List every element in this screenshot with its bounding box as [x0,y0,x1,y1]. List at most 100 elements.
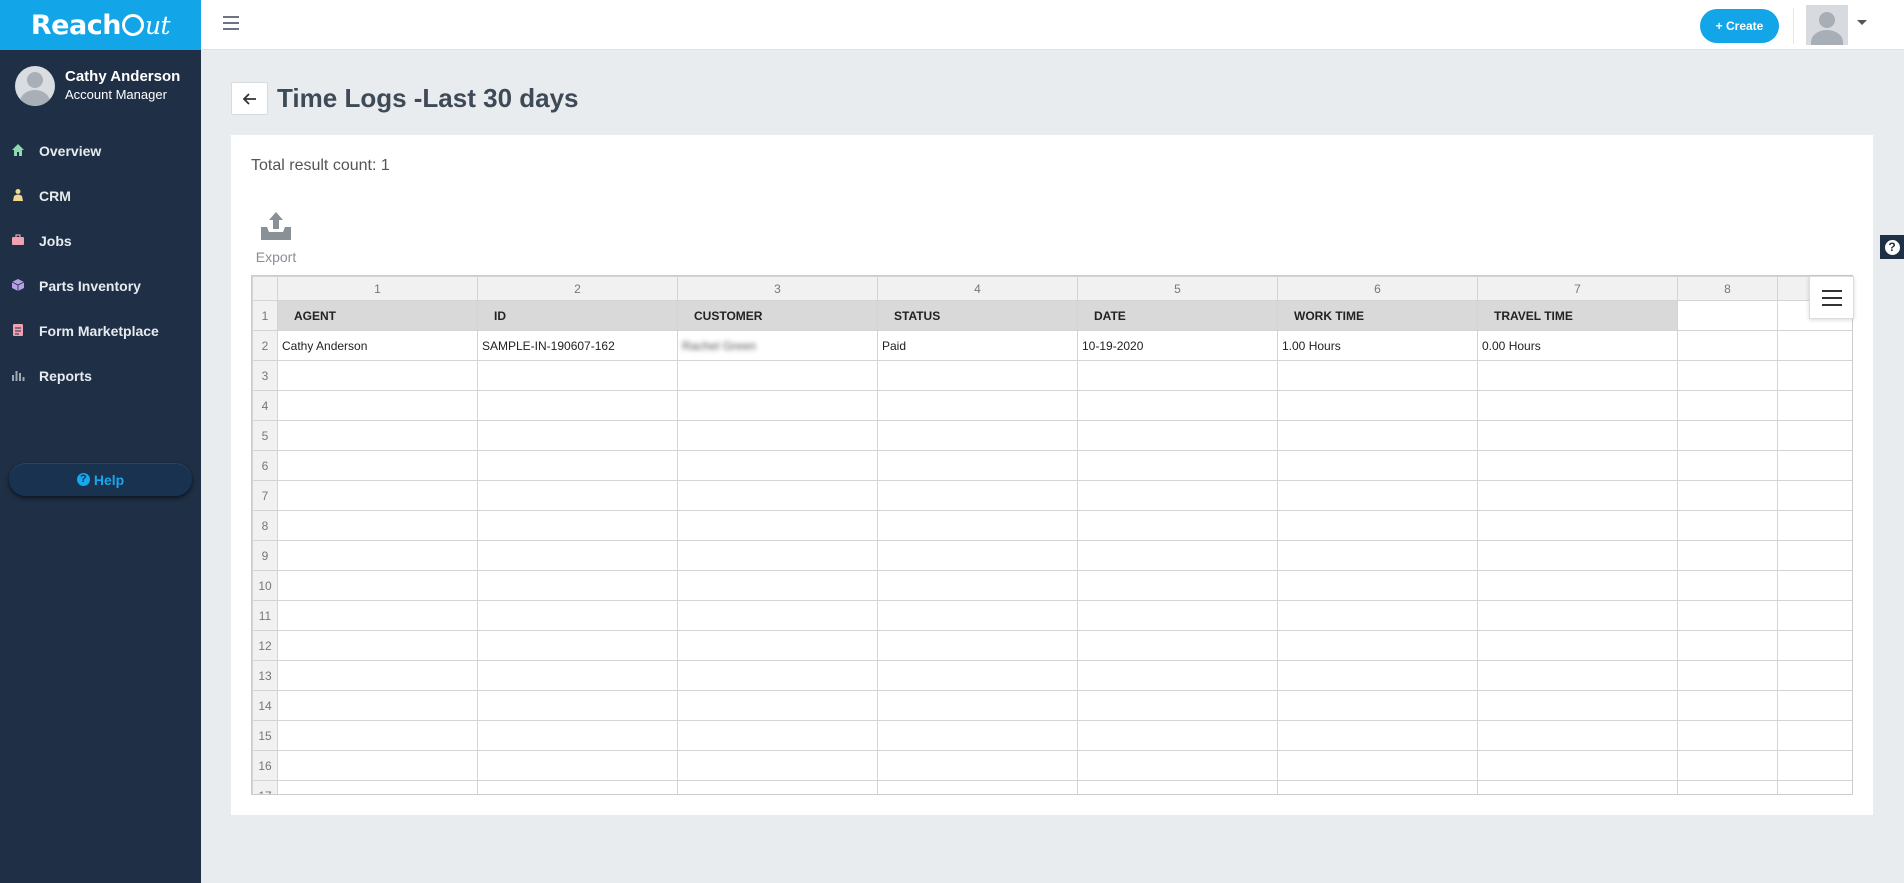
cell[interactable] [1477,540,1678,571]
column-number[interactable]: 7 [1477,276,1678,301]
cell-travel-time[interactable]: 0.00 Hours [1477,330,1678,361]
cell[interactable] [877,600,1078,631]
chevron-down-icon[interactable] [1857,20,1867,25]
cell-date[interactable]: 10-19-2020 [1077,330,1278,361]
sidebar-item-jobs[interactable]: Jobs [0,218,201,263]
cell[interactable] [1677,570,1778,601]
cell[interactable] [677,360,878,391]
cell[interactable] [677,480,878,511]
cell-work-time[interactable]: 1.00 Hours [1277,330,1478,361]
sidebar-item-reports[interactable]: Reports [0,353,201,398]
cell[interactable] [1677,540,1778,571]
cell[interactable] [1777,570,1852,601]
cell[interactable] [1077,690,1278,721]
column-number[interactable]: 3 [677,276,878,301]
cell[interactable] [477,720,678,751]
cell[interactable] [1777,540,1852,571]
hamburger-menu-icon[interactable] [223,16,239,32]
cell[interactable] [877,540,1078,571]
cell[interactable] [1077,720,1278,751]
cell[interactable] [677,570,878,601]
cell[interactable] [1677,510,1778,541]
cell[interactable] [477,510,678,541]
row-number[interactable]: 17 [252,780,278,794]
row-number[interactable]: 2 [252,330,278,361]
cell[interactable] [477,360,678,391]
cell[interactable] [277,630,478,661]
cell[interactable] [277,780,478,794]
cell[interactable] [677,390,878,421]
header-cell[interactable]: AGENT [277,300,478,331]
cell[interactable] [877,750,1078,781]
cell[interactable] [1277,510,1478,541]
header-cell[interactable]: STATUS [877,300,1078,331]
header-cell[interactable]: ID [477,300,678,331]
cell[interactable] [1277,450,1478,481]
cell[interactable] [1777,690,1852,721]
cell[interactable] [677,720,878,751]
cell[interactable] [477,570,678,601]
cell[interactable] [677,600,878,631]
help-button[interactable]: ? Help [9,463,192,496]
row-number[interactable]: 8 [252,510,278,541]
cell[interactable] [677,510,878,541]
cell[interactable] [1077,450,1278,481]
row-number[interactable]: 7 [252,480,278,511]
sidebar-item-crm[interactable]: CRM [0,173,201,218]
column-number[interactable]: 6 [1277,276,1478,301]
cell[interactable] [677,450,878,481]
column-number[interactable]: 4 [877,276,1078,301]
row-number[interactable]: 5 [252,420,278,451]
cell[interactable] [677,540,878,571]
cell[interactable] [1777,360,1852,391]
corner-cell[interactable] [252,276,278,301]
cell[interactable] [1077,630,1278,661]
help-tab[interactable]: ? [1880,235,1904,259]
header-cell[interactable]: TRAVEL TIME [1477,300,1678,331]
cell[interactable] [1777,600,1852,631]
cell[interactable] [877,570,1078,601]
cell[interactable] [677,660,878,691]
cell[interactable] [1277,360,1478,391]
cell[interactable] [677,780,878,794]
cell[interactable] [477,540,678,571]
cell[interactable] [1677,750,1778,781]
sidebar-item-overview[interactable]: Overview [0,128,201,173]
row-number[interactable]: 15 [252,720,278,751]
cell[interactable] [677,750,878,781]
sheet-menu-button[interactable] [1809,276,1854,319]
cell-id[interactable]: SAMPLE-IN-190607-162 [477,330,678,361]
cell[interactable] [1477,360,1678,391]
header-cell[interactable]: CUSTOMER [677,300,878,331]
cell[interactable] [877,720,1078,751]
cell[interactable] [1477,750,1678,781]
cell[interactable] [877,690,1078,721]
cell[interactable] [1477,570,1678,601]
cell[interactable] [1077,540,1278,571]
row-number[interactable]: 6 [252,450,278,481]
cell[interactable] [1777,660,1852,691]
cell[interactable] [1477,600,1678,631]
cell[interactable] [1277,690,1478,721]
user-avatar[interactable] [1806,5,1848,45]
cell[interactable] [1277,570,1478,601]
cell[interactable] [1677,300,1778,331]
cell[interactable] [277,420,478,451]
cell[interactable] [1477,390,1678,421]
column-number[interactable]: 1 [277,276,478,301]
cell[interactable] [1777,750,1852,781]
cell-customer[interactable]: Rachel Green [677,330,878,361]
cell[interactable] [277,600,478,631]
cell[interactable] [277,690,478,721]
cell[interactable] [1677,780,1778,794]
cell[interactable] [277,750,478,781]
cell[interactable] [477,750,678,781]
cell[interactable] [477,630,678,661]
cell[interactable] [277,540,478,571]
cell[interactable] [1777,450,1852,481]
cell[interactable] [1077,510,1278,541]
cell[interactable] [1677,360,1778,391]
cell[interactable] [1277,390,1478,421]
cell-status[interactable]: Paid [877,330,1078,361]
row-number[interactable]: 9 [252,540,278,571]
